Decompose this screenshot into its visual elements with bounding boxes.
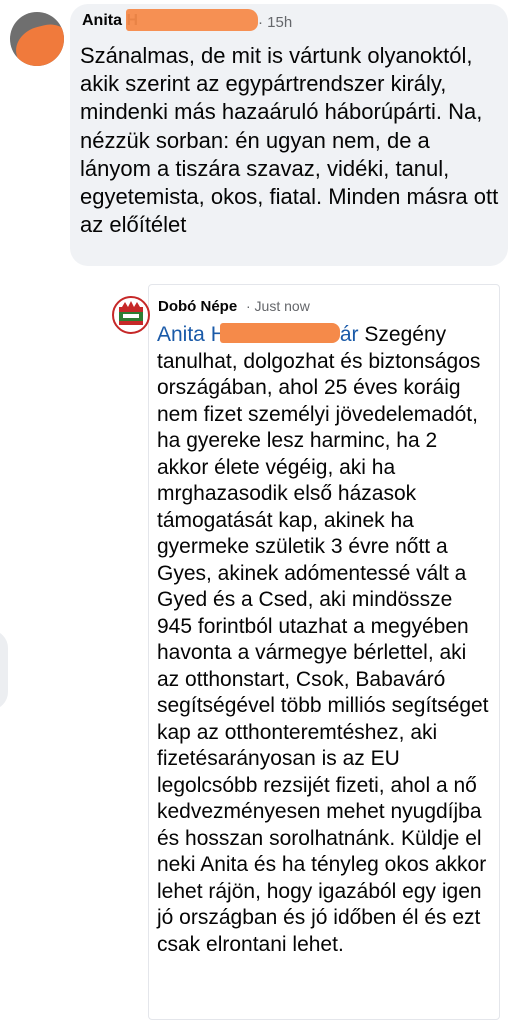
adjacent-panel-edge [0, 630, 8, 710]
reply-timestamp[interactable]: · Just now [246, 298, 310, 314]
comment-text: Szánalmas, de mit is vártunk olyanoktól,… [80, 43, 499, 238]
reply-avatar[interactable] [112, 296, 150, 334]
mention-link-tail[interactable]: ár [340, 323, 359, 346]
reply-text-block: Anita H ár Szegény tanulhat, dolgozhat és… [157, 322, 492, 958]
comment-timestamp[interactable]: · 15h [258, 14, 292, 31]
mention-link[interactable]: Anita H [157, 323, 226, 346]
redaction-mark [219, 323, 340, 343]
redacted-avatar-icon [11, 19, 64, 66]
reply-author[interactable]: Dobó Népe [158, 298, 237, 315]
dobo-nepe-logo-icon [119, 301, 143, 325]
redaction-mark [126, 9, 258, 31]
reply-text: Szegény tanulhat, dolgozhat és biztonság… [157, 323, 489, 956]
commenter-avatar[interactable] [10, 12, 64, 66]
